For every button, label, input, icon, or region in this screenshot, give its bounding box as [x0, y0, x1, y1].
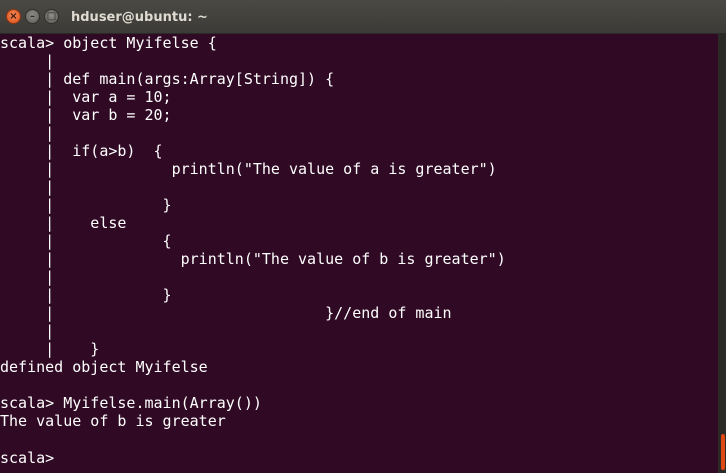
- terminal-line: | }: [0, 340, 100, 358]
- terminal-line: | var b = 20;: [0, 106, 172, 124]
- terminal-line: | {: [0, 232, 172, 250]
- terminal-line: | else: [0, 214, 127, 232]
- terminal-line: | println("The value of a is greater"): [0, 160, 497, 178]
- terminal-output[interactable]: scala> object Myifelse { | | def main(ar…: [0, 34, 718, 473]
- terminal-line: | var a = 10;: [0, 88, 172, 106]
- terminal-prompt-line[interactable]: scala>: [0, 448, 718, 467]
- terminal-line: scala> Myifelse.main(Array()): [0, 394, 262, 412]
- terminal-prompt: scala>: [0, 449, 64, 467]
- scrollbar-thumb[interactable]: [721, 434, 725, 470]
- terminal-line: defined object Myifelse: [0, 358, 208, 376]
- terminal-line: scala> object Myifelse {: [0, 34, 217, 52]
- terminal-cursor: [63, 448, 71, 463]
- scrollbar[interactable]: [718, 34, 726, 473]
- minimize-icon[interactable]: –: [25, 9, 40, 24]
- terminal-line: | println("The value of b is greater"): [0, 250, 506, 268]
- terminal-line: The value of b is greater: [0, 412, 226, 430]
- terminal-line: | }: [0, 286, 172, 304]
- terminal-line: | }: [0, 196, 172, 214]
- terminal-line: |: [0, 268, 55, 286]
- terminal-line: | def main(args:Array[String]) {: [0, 70, 335, 88]
- maximize-icon[interactable]: □: [44, 9, 59, 24]
- terminal-line: |: [0, 124, 55, 142]
- close-icon[interactable]: ×: [6, 9, 21, 24]
- title-bar[interactable]: × – □ hduser@ubuntu: ~: [0, 0, 726, 34]
- terminal-line: | }//end of main: [0, 304, 452, 322]
- terminal-line: |: [0, 178, 55, 196]
- terminal-line: |: [0, 322, 55, 340]
- window-title: hduser@ubuntu: ~: [71, 10, 208, 25]
- terminal-window: × – □ hduser@ubuntu: ~ scala> object Myi…: [0, 0, 726, 473]
- terminal-line: | if(a>b) {: [0, 142, 163, 160]
- terminal-line: |: [0, 52, 55, 70]
